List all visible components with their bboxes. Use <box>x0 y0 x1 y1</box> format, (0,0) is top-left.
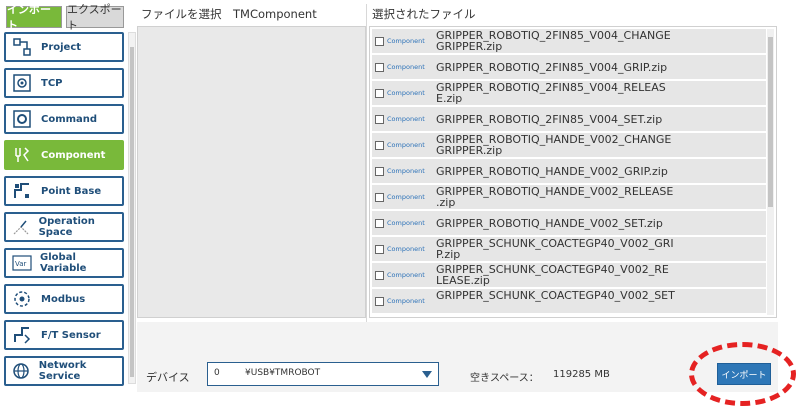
file-type-tag: Component <box>387 63 425 71</box>
file-name: GRIPPER_ROBOTIQ_2FIN85_V004_GRIP.zip <box>436 61 668 74</box>
menu-item-project[interactable]: Project <box>4 32 124 62</box>
file-checkbox[interactable] <box>375 297 384 306</box>
import-button[interactable]: インポート <box>717 363 771 385</box>
file-checkbox[interactable] <box>375 271 384 280</box>
file-row[interactable]: Component GRIPPER_ROBOTIQ_2FIN85_V004_SE… <box>372 107 766 131</box>
file-name: GRIPPER_ROBOTIQ_2FIN85_V004_SET.zip <box>436 113 663 126</box>
globe-icon <box>11 360 31 382</box>
menu-label: Modbus <box>41 293 86 305</box>
file-name: GRIPPER_ROBOTIQ_HANDE_V002_RELEASE .zip <box>436 185 674 209</box>
right-panel-title: 選択されたファイル <box>372 7 476 21</box>
menu-item-component[interactable]: Component <box>4 140 124 170</box>
svg-text:Var: Var <box>15 260 27 268</box>
file-row[interactable]: Component GRIPPER_ROBOTIQ_HANDE_V002_SET… <box>372 211 766 235</box>
free-space-value: 119285 MB <box>553 369 610 380</box>
file-row[interactable]: Component GRIPPER_SCHUNK_COACTEGP40_V002… <box>372 263 766 287</box>
file-type-tag: Component <box>387 245 425 253</box>
ft-sensor-icon <box>11 324 33 346</box>
point-base-icon <box>11 180 33 202</box>
file-checkbox[interactable] <box>375 219 384 228</box>
file-checkbox[interactable] <box>375 37 384 46</box>
device-path: ¥USB¥TMROBOT <box>245 368 321 378</box>
modbus-icon <box>11 288 33 310</box>
project-icon <box>11 36 33 58</box>
file-row[interactable]: Component GRIPPER_SCHUNK_COACTEGP40_V002… <box>372 289 766 313</box>
file-type-tag: Component <box>387 297 425 305</box>
file-checkbox[interactable] <box>375 63 384 72</box>
file-checkbox[interactable] <box>375 193 384 202</box>
file-name: GRIPPER_SCHUNK_COACTEGP40_V002_SET <box>436 289 675 302</box>
selected-files-panel: Component GRIPPER_ROBOTIQ_2FIN85_V004_CH… <box>369 26 777 318</box>
menu-label: Component <box>41 149 106 161</box>
menu-label: TCP <box>41 77 63 89</box>
file-type-tag: Component <box>387 167 425 175</box>
tab-import[interactable]: インポート <box>6 3 62 32</box>
device-number: 0 <box>214 368 220 378</box>
tab-export[interactable]: エクスポート <box>66 3 124 32</box>
file-row[interactable]: Component GRIPPER_ROBOTIQ_2FIN85_V004_RE… <box>372 81 766 105</box>
global-variable-icon: Var <box>11 252 32 274</box>
command-icon <box>11 108 33 130</box>
menu-item-global-variable[interactable]: Var Global Variable <box>4 248 124 278</box>
device-label: デバイス <box>146 371 190 384</box>
file-name: GRIPPER_ROBOTIQ_2FIN85_V004_RELEAS E.zip <box>436 81 666 105</box>
file-checkbox[interactable] <box>375 115 384 124</box>
file-row[interactable]: Component GRIPPER_ROBOTIQ_HANDE_V002_REL… <box>372 185 766 209</box>
file-row[interactable]: Component GRIPPER_ROBOTIQ_HANDE_V002_CHA… <box>372 133 766 157</box>
file-row[interactable]: Component GRIPPER_ROBOTIQ_2FIN85_V004_CH… <box>372 29 766 53</box>
menu-item-command[interactable]: Command <box>4 104 124 134</box>
file-name: GRIPPER_ROBOTIQ_HANDE_V002_CHANGE GRIPPE… <box>436 133 672 157</box>
menu-label: Command <box>41 113 98 125</box>
menu-scrollbar[interactable] <box>128 32 136 384</box>
menu-item-network-service[interactable]: Network Service <box>4 356 124 386</box>
menu-label: F/T Sensor <box>41 329 101 341</box>
device-select[interactable]: 0 ¥USB¥TMROBOT <box>207 362 439 386</box>
menu-item-modbus[interactable]: Modbus <box>4 284 124 314</box>
file-list-scrollbar[interactable] <box>767 29 774 315</box>
menu-item-point-base[interactable]: Point Base <box>4 176 124 206</box>
file-row[interactable]: Component GRIPPER_ROBOTIQ_2FIN85_V004_GR… <box>372 55 766 79</box>
file-checkbox[interactable] <box>375 141 384 150</box>
file-name: GRIPPER_ROBOTIQ_HANDE_V002_SET.zip <box>436 217 663 230</box>
file-name: GRIPPER_SCHUNK_COACTEGP40_V002_GRI P.zip <box>436 237 674 261</box>
file-type-tag: Component <box>387 271 425 279</box>
menu-label: Project <box>41 41 82 53</box>
left-panel-title: ファイルを選択 TMComponent <box>141 7 317 21</box>
menu-label: Point Base <box>41 185 102 197</box>
component-icon <box>11 144 33 166</box>
operation-space-icon <box>11 216 31 238</box>
file-list-scrollbar-thumb[interactable] <box>768 37 773 207</box>
menu-label: Operation Space <box>38 216 95 238</box>
file-type-tag: Component <box>387 193 425 201</box>
file-name: GRIPPER_ROBOTIQ_HANDE_V002_GRIP.zip <box>436 165 668 178</box>
file-browser-panel[interactable] <box>137 26 366 318</box>
menu-item-operation-space[interactable]: Operation Space <box>4 212 124 242</box>
menu-scrollbar-thumb[interactable] <box>130 47 134 377</box>
panel-divider <box>366 4 367 322</box>
file-checkbox[interactable] <box>375 245 384 254</box>
tcp-icon <box>11 72 33 94</box>
menu-label: Global Variable <box>40 252 87 274</box>
file-checkbox[interactable] <box>375 167 384 176</box>
file-checkbox[interactable] <box>375 89 384 98</box>
chevron-down-icon <box>422 371 432 378</box>
file-type-tag: Component <box>387 219 425 227</box>
menu-item-tcp[interactable]: TCP <box>4 68 124 98</box>
file-row[interactable]: Component GRIPPER_SCHUNK_COACTEGP40_V002… <box>372 237 766 261</box>
file-type-tag: Component <box>387 37 425 45</box>
file-type-tag: Component <box>387 89 425 97</box>
free-space-label: 空きスペース： <box>470 373 539 384</box>
file-row[interactable]: Component GRIPPER_ROBOTIQ_HANDE_V002_GRI… <box>372 159 766 183</box>
file-type-tag: Component <box>387 115 425 123</box>
file-name: GRIPPER_ROBOTIQ_2FIN85_V004_CHANGE GRIPP… <box>436 29 671 53</box>
file-name: GRIPPER_SCHUNK_COACTEGP40_V002_RE LEASE.… <box>436 263 669 287</box>
menu-label: Network Service <box>38 360 87 382</box>
menu-item-ft-sensor[interactable]: F/T Sensor <box>4 320 124 350</box>
file-type-tag: Component <box>387 141 425 149</box>
